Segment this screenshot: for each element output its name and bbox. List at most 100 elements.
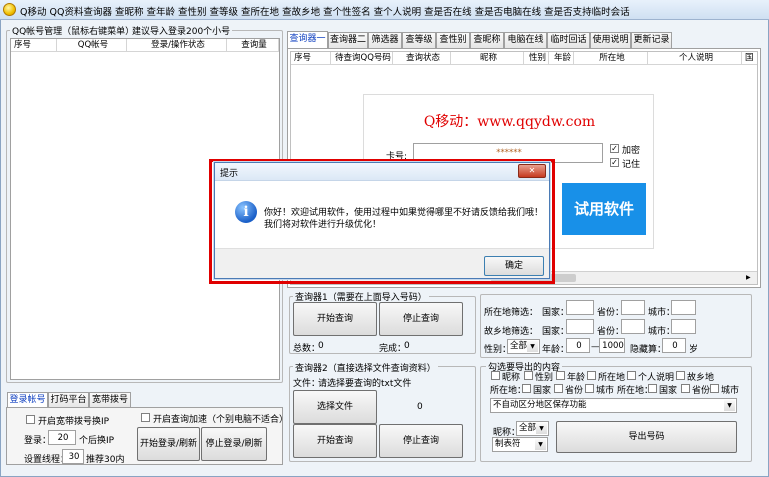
- column-header[interactable]: 国: [742, 52, 757, 65]
- export-hometown-label: 故乡地: [687, 373, 715, 383]
- export-loc-province-label: 省份: [565, 386, 584, 396]
- column-header[interactable]: 个人说明: [648, 52, 742, 65]
- column-header[interactable]: 性别: [524, 52, 549, 65]
- export-loc-label: 所在地：: [490, 386, 527, 396]
- tab-broadband-dial[interactable]: 宽带拨号: [89, 392, 131, 408]
- file-count: 0: [417, 402, 423, 412]
- save-mode-select[interactable]: 不自动区分地区保存功能 ▼: [490, 398, 737, 413]
- column-header[interactable]: 待查询QQ号码: [331, 52, 393, 65]
- tab-captcha-platform[interactable]: 打码平台: [48, 392, 89, 408]
- export-nick-select[interactable]: 全部 ▼: [516, 421, 549, 436]
- threads-input[interactable]: 30: [62, 449, 84, 464]
- chevron-down-icon: ▼: [535, 439, 546, 450]
- export-gender-label: 性别: [535, 373, 554, 383]
- account-group-hint: 建议导入登录200个小号: [130, 24, 233, 37]
- dialog-titlebar: 提示 ✕: [215, 163, 549, 181]
- file-label: 文件：: [293, 379, 321, 389]
- accelerate-label: 开启查询加速（个别电脑不适合）: [153, 415, 289, 425]
- stop-login-button[interactable]: 停止登录/刷新: [201, 427, 267, 461]
- start-login-button[interactable]: 开始登录/刷新: [137, 427, 200, 461]
- broadband-checkbox[interactable]: [26, 415, 35, 424]
- export-loc-city-checkbox[interactable]: [585, 384, 594, 393]
- location-province-input[interactable]: [621, 300, 645, 315]
- export-description-checkbox[interactable]: [627, 371, 636, 380]
- query2-title: 查询器2（直接选择文件查询资料）: [293, 361, 438, 374]
- column-header[interactable]: 昵称: [451, 52, 524, 65]
- tab-nickname[interactable]: 查昵称: [470, 32, 504, 48]
- dialog-title: 提示: [220, 169, 239, 179]
- trial-software-button[interactable]: 试用软件: [562, 183, 646, 235]
- threads-suffix: 推荐30内: [86, 455, 125, 465]
- dialog-footer: 确定: [215, 248, 549, 278]
- hometown-province-input[interactable]: [621, 319, 645, 334]
- hidden-label: 隐藏算：: [630, 345, 667, 355]
- export-home-country-checkbox[interactable]: [648, 384, 657, 393]
- query2-stop-button[interactable]: 停止查询: [379, 424, 463, 458]
- column-header[interactable]: 序号: [11, 39, 57, 52]
- export-home-city-checkbox[interactable]: [710, 384, 719, 393]
- file-path: 请选择要查询的txt文件: [318, 379, 412, 389]
- hidden-unit: 岁: [689, 345, 699, 355]
- column-header[interactable]: 序号: [291, 52, 331, 65]
- tab-changelog[interactable]: 更新记录: [631, 32, 672, 48]
- column-header[interactable]: 年龄: [549, 52, 574, 65]
- export-location-checkbox[interactable]: [587, 371, 596, 380]
- account-list-header: 序号 QQ帐号 登录/操作状态 查询量: [11, 39, 279, 52]
- age-to-input[interactable]: 1000: [599, 338, 625, 353]
- column-header[interactable]: 登录/操作状态: [127, 39, 227, 52]
- export-age-checkbox[interactable]: [556, 371, 565, 380]
- remember-checkbox[interactable]: ✓: [610, 158, 619, 167]
- account-group-title: QQ帐号管理（鼠标右键菜单）: [10, 24, 137, 37]
- tab-gender[interactable]: 查性别: [436, 32, 470, 48]
- dialog-close-icon[interactable]: ✕: [518, 164, 546, 178]
- location-city-input[interactable]: [671, 300, 696, 315]
- tab-pc-online[interactable]: 电脑在线: [504, 32, 547, 48]
- export-home-province-label: 省份: [692, 386, 711, 396]
- info-icon: i: [235, 201, 257, 223]
- scroll-right-icon[interactable]: ▶: [746, 274, 754, 282]
- login-count-input[interactable]: 20: [48, 430, 76, 445]
- tab-query2[interactable]: 查询器二: [328, 32, 368, 48]
- tab-temp-chat[interactable]: 临时回话: [547, 32, 590, 48]
- tab-query1[interactable]: 查询器一: [287, 31, 328, 49]
- tab-login-account[interactable]: 登录帐号: [7, 392, 48, 407]
- export-home-province-checkbox[interactable]: [681, 384, 690, 393]
- encrypt-label: 加密: [622, 146, 641, 156]
- column-header[interactable]: QQ帐号: [57, 39, 127, 52]
- export-nickname-checkbox[interactable]: [491, 371, 500, 380]
- export-loc-province-checkbox[interactable]: [554, 384, 563, 393]
- tab-level[interactable]: 查等级: [402, 32, 436, 48]
- column-header[interactable]: 所在地: [574, 52, 648, 65]
- export-hometown-checkbox[interactable]: [676, 371, 685, 380]
- column-header[interactable]: 查询量: [227, 39, 279, 52]
- select-file-button[interactable]: 选择文件: [293, 390, 377, 424]
- separator-select[interactable]: 制表符 ▼: [492, 437, 548, 452]
- location-province-label: 省份：: [597, 308, 625, 318]
- column-header[interactable]: 查询状态: [393, 52, 451, 65]
- hometown-province-label: 省份：: [597, 327, 625, 337]
- hometown-country-label: 国家：: [542, 327, 570, 337]
- export-loc-country-checkbox[interactable]: [522, 384, 531, 393]
- export-button[interactable]: 导出号码: [556, 421, 737, 453]
- tab-filter[interactable]: 筛选器: [368, 32, 402, 48]
- gender-select[interactable]: 全部 ▼: [507, 339, 540, 354]
- query1-stop-button[interactable]: 停止查询: [379, 302, 463, 336]
- age-from-input[interactable]: 0: [566, 338, 590, 353]
- export-home-city-label: 城市: [721, 386, 740, 396]
- accelerate-checkbox[interactable]: [141, 413, 150, 422]
- login-count-label: 登录：: [24, 436, 52, 446]
- query2-start-button[interactable]: 开始查询: [293, 424, 377, 458]
- hometown-country-input[interactable]: [566, 319, 594, 334]
- hidden-input[interactable]: 0: [662, 338, 686, 353]
- hometown-filter-label: 故乡地筛选：: [484, 327, 539, 337]
- gender-select-value: 全部: [510, 341, 528, 351]
- encrypt-checkbox[interactable]: ✓: [610, 144, 619, 153]
- dialog-ok-button[interactable]: 确定: [484, 256, 544, 276]
- export-gender-checkbox[interactable]: [524, 371, 533, 380]
- query1-start-button[interactable]: 开始查询: [293, 302, 377, 336]
- hometown-city-input[interactable]: [671, 319, 696, 334]
- remember-label: 记住: [622, 160, 641, 170]
- export-nickname-label: 昵称: [502, 373, 521, 383]
- location-country-input[interactable]: [566, 300, 594, 315]
- tab-usage[interactable]: 使用说明: [590, 32, 631, 48]
